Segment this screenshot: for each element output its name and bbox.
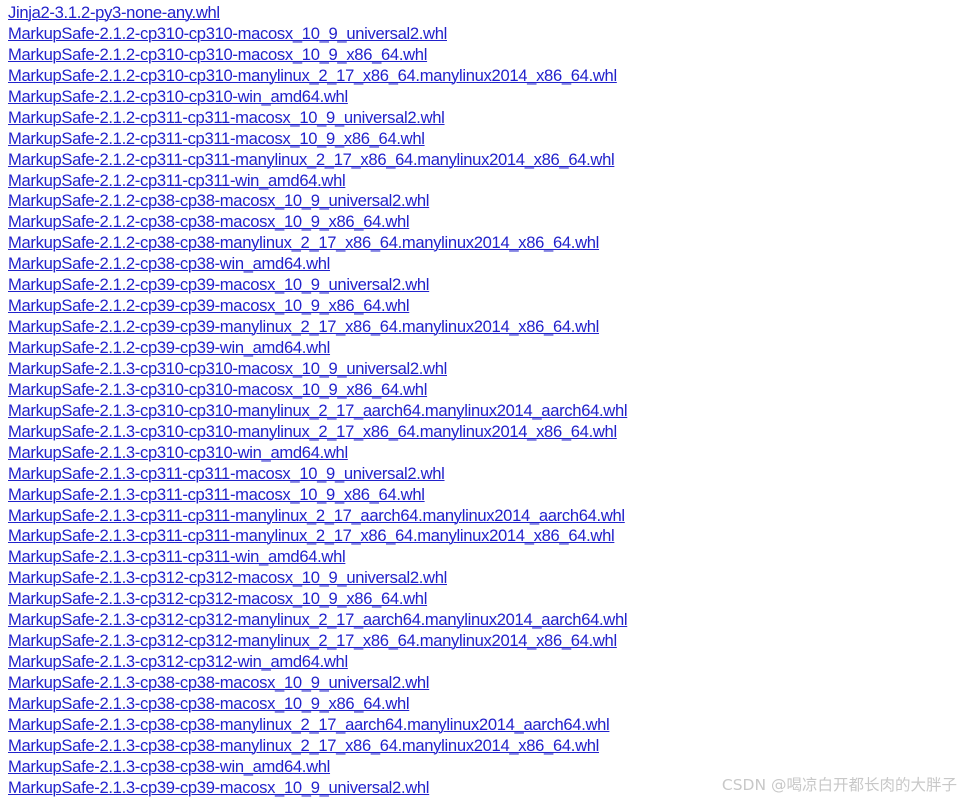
list-item: MarkupSafe-2.1.3-cp310-cp310-macosx_10_9… xyxy=(8,380,627,401)
wheel-file-link[interactable]: MarkupSafe-2.1.2-cp310-cp310-macosx_10_9… xyxy=(8,24,447,43)
wheel-file-link[interactable]: MarkupSafe-2.1.3-cp38-cp38-manylinux_2_1… xyxy=(8,736,599,755)
file-index-list: Jinja2-3.1.2-py3-none-any.whl MarkupSafe-… xyxy=(0,0,628,799)
wheel-file-link[interactable]: MarkupSafe-2.1.2-cp38-cp38-manylinux_2_1… xyxy=(8,233,599,252)
list-item: MarkupSafe-2.1.2-cp310-cp310-manylinux_2… xyxy=(8,66,627,87)
list-item: MarkupSafe-2.1.3-cp38-cp38-macosx_10_9_x… xyxy=(8,694,627,715)
wheel-file-link[interactable]: MarkupSafe-2.1.3-cp312-cp312-manylinux_2… xyxy=(8,631,617,650)
wheel-file-link[interactable]: MarkupSafe-2.1.2-cp39-cp39-macosx_10_9_u… xyxy=(8,275,429,294)
list-item: MarkupSafe-2.1.3-cp38-cp38-manylinux_2_1… xyxy=(8,715,627,736)
list-item: MarkupSafe-2.1.3-cp38-cp38-macosx_10_9_u… xyxy=(8,673,627,694)
list-item: MarkupSafe-2.1.3-cp312-cp312-macosx_10_9… xyxy=(8,589,627,610)
list-item: MarkupSafe-2.1.3-cp311-cp311-manylinux_2… xyxy=(8,506,627,527)
wheel-file-link[interactable]: MarkupSafe-2.1.2-cp39-cp39-manylinux_2_1… xyxy=(8,317,599,336)
wheel-file-link[interactable]: MarkupSafe-2.1.2-cp310-cp310-manylinux_2… xyxy=(8,66,617,85)
wheel-file-link[interactable]: MarkupSafe-2.1.2-cp311-cp311-win_amd64.w… xyxy=(8,171,346,190)
wheel-file-link[interactable]: MarkupSafe-2.1.2-cp311-cp311-macosx_10_9… xyxy=(8,129,425,148)
wheel-file-link[interactable]: MarkupSafe-2.1.3-cp311-cp311-win_amd64.w… xyxy=(8,547,346,566)
wheel-file-link[interactable]: MarkupSafe-2.1.2-cp310-cp310-macosx_10_9… xyxy=(8,45,427,64)
list-item: Jinja2-3.1.2-py3-none-any.whl xyxy=(8,3,627,24)
list-item: MarkupSafe-2.1.3-cp310-cp310-manylinux_2… xyxy=(8,401,628,422)
list-item: MarkupSafe-2.1.2-cp39-cp39-win_amd64.whl xyxy=(8,338,627,359)
wheel-file-link[interactable]: MarkupSafe-2.1.2-cp38-cp38-macosx_10_9_u… xyxy=(8,191,429,210)
list-item: MarkupSafe-2.1.3-cp312-cp312-macosx_10_9… xyxy=(8,568,627,589)
list-item: MarkupSafe-2.1.2-cp38-cp38-manylinux_2_1… xyxy=(8,233,627,254)
list-item: MarkupSafe-2.1.3-cp311-cp311-macosx_10_9… xyxy=(8,464,627,485)
wheel-file-link[interactable]: MarkupSafe-2.1.3-cp310-cp310-manylinux_2… xyxy=(8,422,617,441)
list-item: MarkupSafe-2.1.2-cp38-cp38-macosx_10_9_u… xyxy=(8,191,627,212)
wheel-file-link[interactable]: MarkupSafe-2.1.2-cp310-cp310-win_amd64.w… xyxy=(8,87,348,106)
list-item: MarkupSafe-2.1.2-cp38-cp38-macosx_10_9_x… xyxy=(8,212,627,233)
list-item: MarkupSafe-2.1.3-cp312-cp312-manylinux_2… xyxy=(8,631,627,652)
wheel-file-link[interactable]: MarkupSafe-2.1.3-cp310-cp310-macosx_10_9… xyxy=(8,380,427,399)
wheel-file-link[interactable]: MarkupSafe-2.1.3-cp312-cp312-win_amd64.w… xyxy=(8,652,348,671)
wheel-file-link[interactable]: MarkupSafe-2.1.2-cp38-cp38-macosx_10_9_x… xyxy=(8,212,410,231)
wheel-file-link[interactable]: MarkupSafe-2.1.3-cp310-cp310-manylinux_2… xyxy=(8,401,628,420)
list-item: MarkupSafe-2.1.3-cp311-cp311-macosx_10_9… xyxy=(8,485,627,506)
list-item: MarkupSafe-2.1.2-cp39-cp39-manylinux_2_1… xyxy=(8,317,627,338)
list-item: MarkupSafe-2.1.2-cp311-cp311-macosx_10_9… xyxy=(8,129,627,150)
list-item: MarkupSafe-2.1.2-cp311-cp311-win_amd64.w… xyxy=(8,171,627,192)
wheel-file-link[interactable]: MarkupSafe-2.1.2-cp39-cp39-macosx_10_9_x… xyxy=(8,296,410,315)
list-item: MarkupSafe-2.1.3-cp38-cp38-manylinux_2_1… xyxy=(8,736,627,757)
csdn-watermark: CSDN @喝凉白开都长肉的大胖子 xyxy=(721,776,957,794)
list-item: MarkupSafe-2.1.2-cp311-cp311-macosx_10_9… xyxy=(8,108,627,129)
list-item: MarkupSafe-2.1.2-cp38-cp38-win_amd64.whl xyxy=(8,254,627,275)
wheel-file-link[interactable]: MarkupSafe-2.1.3-cp311-cp311-manylinux_2… xyxy=(8,526,615,545)
list-item: MarkupSafe-2.1.2-cp39-cp39-macosx_10_9_x… xyxy=(8,296,627,317)
list-item: MarkupSafe-2.1.2-cp310-cp310-macosx_10_9… xyxy=(8,24,627,45)
list-item: MarkupSafe-2.1.3-cp312-cp312-win_amd64.w… xyxy=(8,652,627,673)
wheel-file-link[interactable]: MarkupSafe-2.1.3-cp39-cp39-macosx_10_9_u… xyxy=(8,778,429,797)
list-item: MarkupSafe-2.1.2-cp311-cp311-manylinux_2… xyxy=(8,150,627,171)
wheel-file-link[interactable]: MarkupSafe-2.1.3-cp38-cp38-manylinux_2_1… xyxy=(8,715,610,734)
wheel-file-link[interactable]: MarkupSafe-2.1.3-cp311-cp311-manylinux_2… xyxy=(8,506,625,525)
list-item: MarkupSafe-2.1.3-cp38-cp38-win_amd64.whl xyxy=(8,757,627,778)
list-item: MarkupSafe-2.1.3-cp39-cp39-macosx_10_9_u… xyxy=(8,778,627,799)
list-item: MarkupSafe-2.1.2-cp39-cp39-macosx_10_9_u… xyxy=(8,275,627,296)
wheel-file-link[interactable]: MarkupSafe-2.1.3-cp312-cp312-manylinux_2… xyxy=(8,610,628,629)
wheel-file-link[interactable]: MarkupSafe-2.1.3-cp311-cp311-macosx_10_9… xyxy=(8,464,445,483)
wheel-file-link[interactable]: MarkupSafe-2.1.3-cp310-cp310-macosx_10_9… xyxy=(8,359,447,378)
wheel-file-link[interactable]: MarkupSafe-2.1.3-cp38-cp38-win_amd64.whl xyxy=(8,757,330,776)
wheel-file-link[interactable]: MarkupSafe-2.1.2-cp39-cp39-win_amd64.whl xyxy=(8,338,330,357)
wheel-file-link[interactable]: MarkupSafe-2.1.2-cp311-cp311-manylinux_2… xyxy=(8,150,615,169)
list-item: MarkupSafe-2.1.2-cp310-cp310-macosx_10_9… xyxy=(8,45,627,66)
list-item: MarkupSafe-2.1.3-cp311-cp311-win_amd64.w… xyxy=(8,547,627,568)
list-item: MarkupSafe-2.1.3-cp311-cp311-manylinux_2… xyxy=(8,526,627,547)
list-item: MarkupSafe-2.1.2-cp310-cp310-win_amd64.w… xyxy=(8,87,627,108)
wheel-file-link[interactable]: MarkupSafe-2.1.3-cp312-cp312-macosx_10_9… xyxy=(8,568,447,587)
page-body: { "page": { "background_color": "#ffffff… xyxy=(0,0,963,798)
wheel-file-link[interactable]: MarkupSafe-2.1.3-cp310-cp310-win_amd64.w… xyxy=(8,443,348,462)
list-item: MarkupSafe-2.1.3-cp312-cp312-manylinux_2… xyxy=(8,610,628,631)
wheel-file-link[interactable]: MarkupSafe-2.1.3-cp312-cp312-macosx_10_9… xyxy=(8,589,427,608)
wheel-file-link[interactable]: MarkupSafe-2.1.3-cp38-cp38-macosx_10_9_u… xyxy=(8,673,429,692)
wheel-file-link[interactable]: MarkupSafe-2.1.3-cp38-cp38-macosx_10_9_x… xyxy=(8,694,410,713)
list-item: MarkupSafe-2.1.3-cp310-cp310-macosx_10_9… xyxy=(8,359,627,380)
list-item: MarkupSafe-2.1.3-cp310-cp310-manylinux_2… xyxy=(8,422,627,443)
wheel-file-link[interactable]: MarkupSafe-2.1.2-cp38-cp38-win_amd64.whl xyxy=(8,254,330,273)
list-item: MarkupSafe-2.1.3-cp310-cp310-win_amd64.w… xyxy=(8,443,627,464)
wheel-file-link[interactable]: Jinja2-3.1.2-py3-none-any.whl xyxy=(8,3,220,22)
wheel-file-link[interactable]: MarkupSafe-2.1.2-cp311-cp311-macosx_10_9… xyxy=(8,108,445,127)
wheel-file-link[interactable]: MarkupSafe-2.1.3-cp311-cp311-macosx_10_9… xyxy=(8,485,425,504)
